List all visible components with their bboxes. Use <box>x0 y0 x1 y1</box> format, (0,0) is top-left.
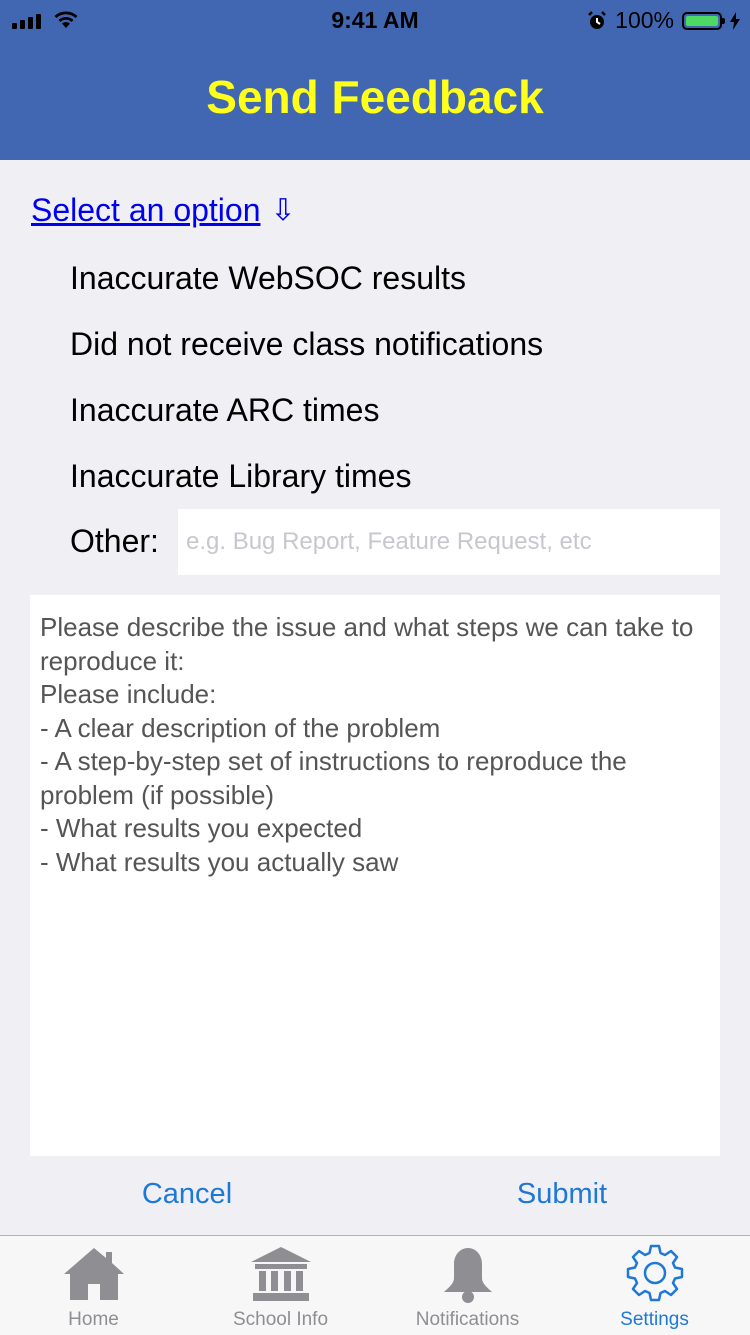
alarm-icon <box>588 10 607 29</box>
option-arc-times[interactable]: Inaccurate ARC times <box>70 392 379 429</box>
submit-button[interactable]: Submit <box>462 1178 662 1211</box>
header: 9:41 AM 100% Send Feedback <box>0 0 750 160</box>
other-input[interactable] <box>178 509 720 575</box>
select-option-dropdown[interactable]: Select an option ⇩ <box>31 192 296 229</box>
tab-school-info-label: School Info <box>232 1309 329 1330</box>
tab-notifications-label: Notifications <box>415 1309 520 1330</box>
tab-settings-label: Settings <box>620 1309 689 1330</box>
battery-icon <box>682 11 725 30</box>
tab-settings[interactable]: Settings <box>561 1236 748 1335</box>
tab-bar: Home School Info Notifications Settings <box>0 1235 750 1335</box>
school-icon <box>250 1247 311 1301</box>
page-title: Send Feedback <box>206 71 544 123</box>
gear-icon <box>626 1244 683 1302</box>
home-icon <box>63 1248 124 1300</box>
battery-percent: 100% <box>615 7 674 33</box>
tab-school-info[interactable]: School Info <box>187 1236 374 1335</box>
option-websoc[interactable]: Inaccurate WebSOC results <box>70 260 466 297</box>
option-library-times[interactable]: Inaccurate Library times <box>70 458 411 495</box>
cancel-button[interactable]: Cancel <box>87 1178 287 1211</box>
bell-icon <box>443 1248 492 1303</box>
option-class-notifications[interactable]: Did not receive class notifications <box>70 326 543 363</box>
select-option-label: Select an option <box>31 192 261 228</box>
charging-icon <box>730 11 740 30</box>
other-label: Other: <box>70 523 159 559</box>
tab-home[interactable]: Home <box>0 1236 187 1335</box>
description-textarea[interactable]: Please describe the issue and what steps… <box>30 595 720 1156</box>
tab-notifications[interactable]: Notifications <box>374 1236 561 1335</box>
tab-home-label: Home <box>68 1309 119 1330</box>
down-arrow-icon: ⇩ <box>270 194 296 227</box>
status-bar: 9:41 AM 100% <box>0 0 750 40</box>
